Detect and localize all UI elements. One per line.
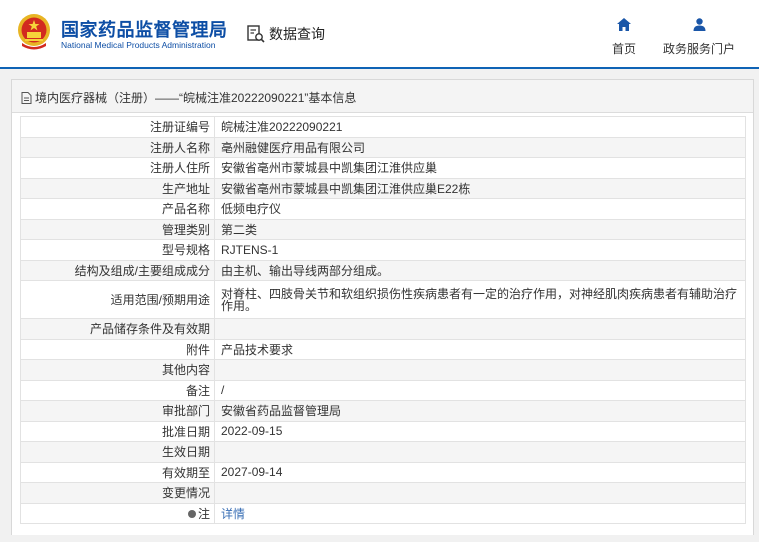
table-row: 注册人名称 亳州融健医疗用品有限公司 <box>20 136 746 158</box>
field-label: 注 <box>197 506 210 521</box>
data-query-link[interactable]: 数据查询 <box>246 24 325 44</box>
user-icon <box>693 18 705 31</box>
table-row: 审批部门 安徽省药品监督管理局 <box>20 400 746 422</box>
table-row: 其他内容 <box>20 359 746 381</box>
field-label: 变更情况 <box>20 482 215 504</box>
table-row: 注册证编号 皖械注准20222090221 <box>20 116 746 138</box>
field-value <box>214 482 746 504</box>
field-value: / <box>214 379 746 401</box>
field-label: 产品储存条件及有效期 <box>20 318 215 340</box>
field-label: 附件 <box>20 338 215 360</box>
note-value-cell: 详情 <box>214 502 746 524</box>
table-row: 产品名称 低频电疗仪 <box>20 198 746 220</box>
table-row: 有效期至 2027-09-14 <box>20 461 746 483</box>
nav-service-portal-label: 政务服务门户 <box>662 42 735 56</box>
nav-home-label: 首页 <box>611 42 636 56</box>
field-value <box>214 359 746 381</box>
field-label: 结构及组成/主要组成成分 <box>20 259 215 281</box>
field-label: 有效期至 <box>20 461 215 483</box>
field-label: 生效日期 <box>20 441 215 463</box>
home-icon <box>617 18 631 31</box>
field-value: RJTENS-1 <box>214 239 746 261</box>
table-row: 注册人住所 安徽省亳州市蒙城县中凯集团江淮供应巢 <box>20 157 746 179</box>
nav-home[interactable]: 首页 <box>608 18 640 57</box>
field-label: 其他内容 <box>20 359 215 381</box>
table-row: 注 详情 <box>20 502 746 524</box>
table-row: 适用范围/预期用途 对脊柱、四肢骨关节和软组织损伤性疾病患者有一定的治疗作用，对神… <box>20 280 746 319</box>
nav-service-portal[interactable]: 政务服务门户 <box>660 18 738 57</box>
site-subtitle: National Medical Products Administration <box>61 40 216 50</box>
field-label: 批准日期 <box>20 420 215 442</box>
field-label: 型号规格 <box>20 239 215 261</box>
registration-info-table: 注册证编号 皖械注准20222090221 注册人名称 亳州融健医疗用品有限公司 注… <box>20 116 746 524</box>
table-row: 结构及组成/主要组成成分 由主机、输出导线两部分组成。 <box>20 259 746 281</box>
info-panel: 境内医疗器械（注册）——“皖械注准20222090221”基本信息 注册证编号皖… <box>11 79 754 535</box>
field-label: 产品名称 <box>20 198 215 220</box>
field-label: 管理类别 <box>20 218 215 240</box>
field-label: 审批部门 <box>20 400 215 422</box>
field-value: 皖械注准20222090221 <box>214 116 746 138</box>
site-title[interactable]: 国家药品监督管理局 <box>61 16 228 42</box>
table-row: 批准日期 2022-09-15 <box>20 420 746 442</box>
field-value: 对脊柱、四肢骨关节和软组织损伤性疾病患者有一定的治疗作用，对神经肌肉疾病患者有辅… <box>214 280 746 319</box>
field-label: 注册证编号 <box>20 116 215 138</box>
field-value <box>214 441 746 463</box>
field-value: 安徽省亳州市蒙城县中凯集团江淮供应巢 <box>214 157 746 179</box>
table-row: 产品储存条件及有效期 <box>20 318 746 340</box>
field-value: 2027-09-14 <box>214 461 746 483</box>
table-row: 变更情况 <box>20 482 746 504</box>
header-divider <box>0 67 759 69</box>
field-value: 由主机、输出导线两部分组成。 <box>214 259 746 281</box>
note-label-cell: 注 <box>20 502 215 524</box>
search-document-icon <box>247 25 265 43</box>
table-row: 附件 产品技术要求 <box>20 338 746 360</box>
table-row: 生效日期 <box>20 441 746 463</box>
field-value: 安徽省亳州市蒙城县中凯集团江淮供应巢E22栋 <box>214 177 746 199</box>
field-label: 注册人住所 <box>20 157 215 179</box>
field-label: 生产地址 <box>20 177 215 199</box>
field-value: 第二类 <box>214 218 746 240</box>
field-label: 注册人名称 <box>20 136 215 158</box>
national-emblem-icon <box>18 14 50 50</box>
document-icon <box>21 91 32 104</box>
field-label: 备注 <box>20 379 215 401</box>
panel-header: 境内医疗器械（注册）——“皖械注准20222090221”基本信息 <box>12 80 753 113</box>
field-value: 低频电疗仪 <box>214 198 746 220</box>
field-label: 适用范围/预期用途 <box>20 280 215 319</box>
field-value <box>214 318 746 340</box>
field-value: 亳州融健医疗用品有限公司 <box>214 136 746 158</box>
data-query-label: 数据查询 <box>269 26 325 42</box>
details-link[interactable]: 详情 <box>221 507 245 521</box>
site-header: 国家药品监督管理局 National Medical Products Admi… <box>0 0 759 68</box>
table-row: 型号规格 RJTENS-1 <box>20 239 746 261</box>
panel-title: 境内医疗器械（注册）——“皖械注准20222090221”基本信息 <box>35 91 357 105</box>
note-icon <box>187 509 196 518</box>
table-row: 生产地址 安徽省亳州市蒙城县中凯集团江淮供应巢E22栋 <box>20 177 746 199</box>
table-row: 管理类别 第二类 <box>20 218 746 240</box>
field-value: 2022-09-15 <box>214 420 746 442</box>
field-value: 安徽省药品监督管理局 <box>214 400 746 422</box>
table-row: 备注 / <box>20 379 746 401</box>
field-value: 产品技术要求 <box>214 338 746 360</box>
